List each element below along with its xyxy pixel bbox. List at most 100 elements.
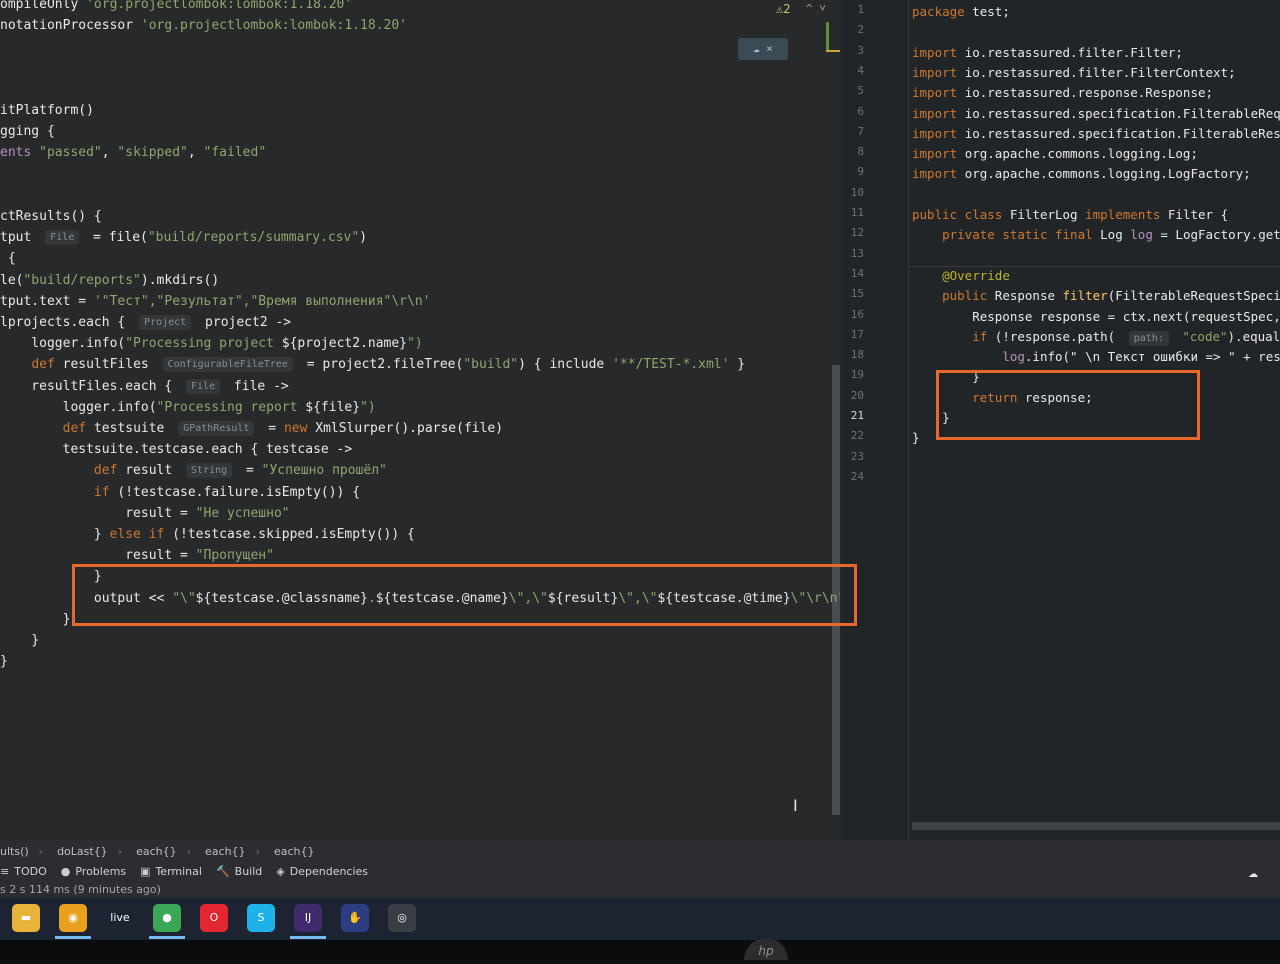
taskbar-file-explorer-icon[interactable]: ▬: [12, 904, 40, 932]
taskbar-live-icon[interactable]: live: [106, 904, 134, 932]
breadcrumb-item[interactable]: each{}: [136, 845, 177, 858]
taskbar-chrome-icon[interactable]: ●: [153, 904, 181, 932]
code-token: testsuite: [93, 421, 173, 436]
code-line[interactable]: if (!response.path( path: "code").equals…: [912, 327, 1280, 347]
code-line[interactable]: if (!testcase.failure.isEmpty()) {: [0, 482, 360, 503]
code-token: }: [0, 654, 8, 670]
code-token: tput: [0, 230, 40, 246]
code-line[interactable]: import io.restassured.filter.FilterConte…: [912, 63, 1236, 83]
code-token: "passed": [39, 145, 102, 161]
breadcrumb-separator-icon: ›: [117, 844, 123, 858]
code-line[interactable]: import org.apache.commons.logging.Log;: [912, 144, 1198, 164]
code-token: test;: [972, 4, 1010, 19]
cloud-icon[interactable]: ☁: [1248, 862, 1258, 881]
code-token: project2 ->: [197, 315, 292, 330]
code-line[interactable]: }: [0, 651, 8, 672]
tool-window-terminal[interactable]: ▣ Terminal: [140, 865, 202, 878]
line-number: 7: [857, 124, 864, 138]
code-token: def: [93, 463, 126, 479]
code-line[interactable]: def result String = "Успешно прошёл": [0, 460, 387, 481]
code-token: ents: [0, 145, 40, 161]
code-line[interactable]: @Override: [912, 266, 1010, 286]
horizontal-scrollbar[interactable]: [912, 822, 1280, 830]
build-gradle-editor[interactable]: ⚠2 ^ ˅ ☁ × I ompileOnly 'org.projectlomb…: [0, 0, 840, 840]
tool-window-bar: ≡ TODO ● Problems ▣ Terminal 🔨 Build ◈ Dependenci…: [0, 860, 1280, 882]
code-line[interactable]: {: [0, 248, 16, 269]
taskbar-opera-icon[interactable]: O: [200, 904, 228, 932]
code-token: ${project2.name}: [281, 336, 408, 352]
code-token: ,: [101, 145, 118, 161]
taskbar-active-indicator: [290, 936, 326, 939]
code-token: ompileOnly: [0, 0, 87, 12]
code-line[interactable]: import io.restassured.response.Response;: [912, 83, 1213, 103]
code-line[interactable]: itPlatform(): [0, 100, 94, 121]
change-markers: [826, 22, 840, 56]
code-line[interactable]: def testsuite GPathResult = new XmlSlurp…: [0, 418, 503, 439]
code-token: filter: [1062, 288, 1108, 304]
code-token: 'org.projectlombok:lombok:1.18.20': [140, 18, 407, 34]
code-line[interactable]: }: [912, 428, 920, 448]
code-line[interactable]: def resultFiles ConfigurableFileTree = p…: [0, 354, 745, 375]
code-line[interactable]: import org.apache.commons.logging.LogFac…: [912, 164, 1251, 184]
breadcrumb-item[interactable]: ults(): [0, 845, 29, 858]
code-line[interactable]: private static final Log log = LogFactor…: [912, 225, 1280, 245]
code-line[interactable]: import io.restassured.filter.Filter;: [912, 43, 1183, 63]
code-line[interactable]: le("build/reports").mkdirs(): [0, 270, 219, 291]
code-token: "failed": [203, 145, 267, 161]
tool-window-todo[interactable]: ≡ TODO: [0, 865, 47, 878]
code-line[interactable]: resultFiles.each { File file ->: [0, 376, 289, 397]
code-line[interactable]: gging {: [0, 121, 55, 142]
warning-nav-arrows[interactable]: ^ ˅: [806, 2, 826, 16]
warning-counter[interactable]: ⚠2: [776, 2, 790, 16]
code-token: Response: [994, 288, 1063, 304]
taskbar-intellij-icon[interactable]: IJ: [294, 904, 322, 932]
code-line[interactable]: ctResults() {: [0, 206, 102, 227]
code-line[interactable]: tput.text = '"Тест","Результат","Время в…: [0, 291, 430, 312]
code-token: log: [1002, 349, 1025, 365]
code-line[interactable]: package test;: [912, 2, 1010, 22]
code-line[interactable]: log.info(" \n Текст ошибки => " + res: [912, 347, 1280, 367]
code-line[interactable]: logger.info("Processing project ${projec…: [0, 333, 422, 354]
code-token: public: [942, 288, 995, 304]
code-line[interactable]: public Response filter(FilterableRequest…: [912, 286, 1280, 306]
tool-window-build[interactable]: 🔨 Build: [216, 865, 262, 878]
tool-window-dependencies[interactable]: ◈ Dependencies: [276, 865, 368, 878]
build-status-text: s 2 s 114 ms (9 minutes ago): [0, 883, 161, 896]
code-line[interactable]: tput File = file("build/reports/summary.…: [0, 227, 367, 248]
code-line[interactable]: } else if (!testcase.skipped.isEmpty()) …: [0, 524, 415, 545]
tool-window-problems[interactable]: ● Problems: [61, 865, 126, 878]
taskbar-app-hand-icon[interactable]: ✋: [341, 904, 369, 932]
code-line[interactable]: ompileOnly 'org.projectlombok:lombok:1.1…: [0, 0, 352, 15]
code-line[interactable]: ents "passed", "skipped", "failed": [0, 142, 266, 163]
breadcrumb-item[interactable]: each{}: [205, 845, 246, 858]
code-token: org.apache.commons.logging.LogFactory;: [964, 166, 1251, 182]
code-token: import: [912, 64, 965, 80]
code-line[interactable]: lprojects.each { Project project2 ->: [0, 312, 291, 333]
taskbar-firefox-dev-icon[interactable]: ◉: [59, 904, 87, 932]
code-token: = LogFactory.get: [1152, 227, 1280, 243]
code-token: =: [78, 293, 94, 309]
code-line[interactable]: Response response = ctx.next(requestSpec…: [912, 307, 1280, 327]
gradle-sync-badge[interactable]: ☁ ×: [738, 38, 788, 60]
code-token: if: [93, 484, 118, 500]
code-line[interactable]: }: [0, 609, 71, 630]
code-line[interactable]: import io.restassured.specification.Filt…: [912, 104, 1280, 124]
problems-icon: ●: [60, 864, 71, 878]
code-line[interactable]: notationProcessor 'org.projectlombok:lom…: [0, 15, 407, 36]
code-line[interactable]: public class FilterLog implements Filter…: [912, 205, 1228, 225]
code-line[interactable]: }: [0, 630, 39, 651]
code-line[interactable]: result = "Не успешно": [0, 503, 289, 524]
code-token: ,: [187, 145, 204, 161]
code-line[interactable]: logger.info("Processing report ${file} "): [0, 397, 376, 418]
code-line[interactable]: testsuite.testcase.each { testcase ->: [0, 439, 353, 460]
tool-window-label: Dependencies: [289, 864, 369, 878]
code-token: Log: [1100, 227, 1131, 243]
code-token: le(: [0, 272, 24, 288]
taskbar-obs-icon[interactable]: ◎: [388, 904, 416, 932]
inlay-hint: path:: [1128, 330, 1169, 346]
breadcrumb-item[interactable]: each{}: [274, 845, 315, 858]
code-line[interactable]: import io.restassured.specification.Filt…: [912, 124, 1280, 144]
taskbar-skype-icon[interactable]: S: [247, 904, 275, 932]
breadcrumb-item[interactable]: doLast{}: [57, 845, 108, 858]
